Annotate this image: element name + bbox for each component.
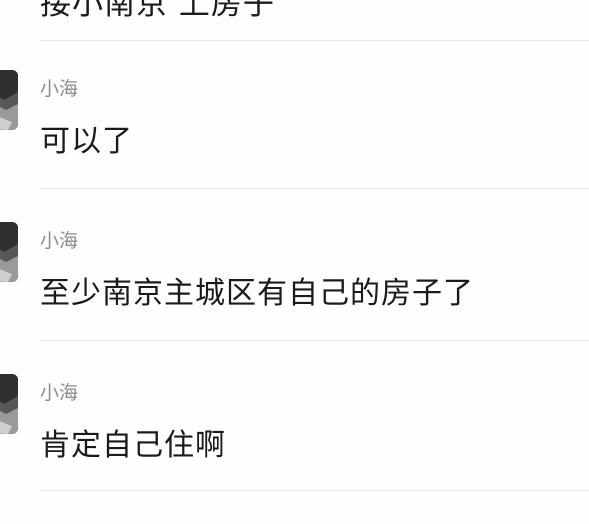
chat-message[interactable]: 小海 可以了: [0, 70, 589, 220]
sender-name: 小海: [40, 230, 79, 252]
chat-message[interactable]: 小海 肯定自己住啊: [0, 374, 589, 524]
avatar[interactable]: [0, 222, 18, 282]
comment-list: 接小南京 上房子 小海 可以了 小海 至少南京主城区有自己的房子了 小海 肯定自…: [0, 0, 589, 519]
divider: [40, 188, 589, 189]
divider: [40, 340, 589, 341]
sender-name: 小海: [40, 382, 79, 404]
sender-name: 小海: [40, 78, 79, 100]
message-text: 至少南京主城区有自己的房子了: [40, 276, 474, 311]
partial-message-text: 接小南京 上房子: [40, 0, 275, 22]
avatar[interactable]: [0, 70, 18, 130]
chat-message[interactable]: 小海 至少南京主城区有自己的房子了: [0, 222, 589, 372]
avatar[interactable]: [0, 374, 18, 434]
message-text: 肯定自己住啊: [40, 428, 226, 463]
divider: [40, 40, 589, 41]
message-text: 可以了: [40, 124, 133, 159]
divider: [40, 490, 589, 491]
